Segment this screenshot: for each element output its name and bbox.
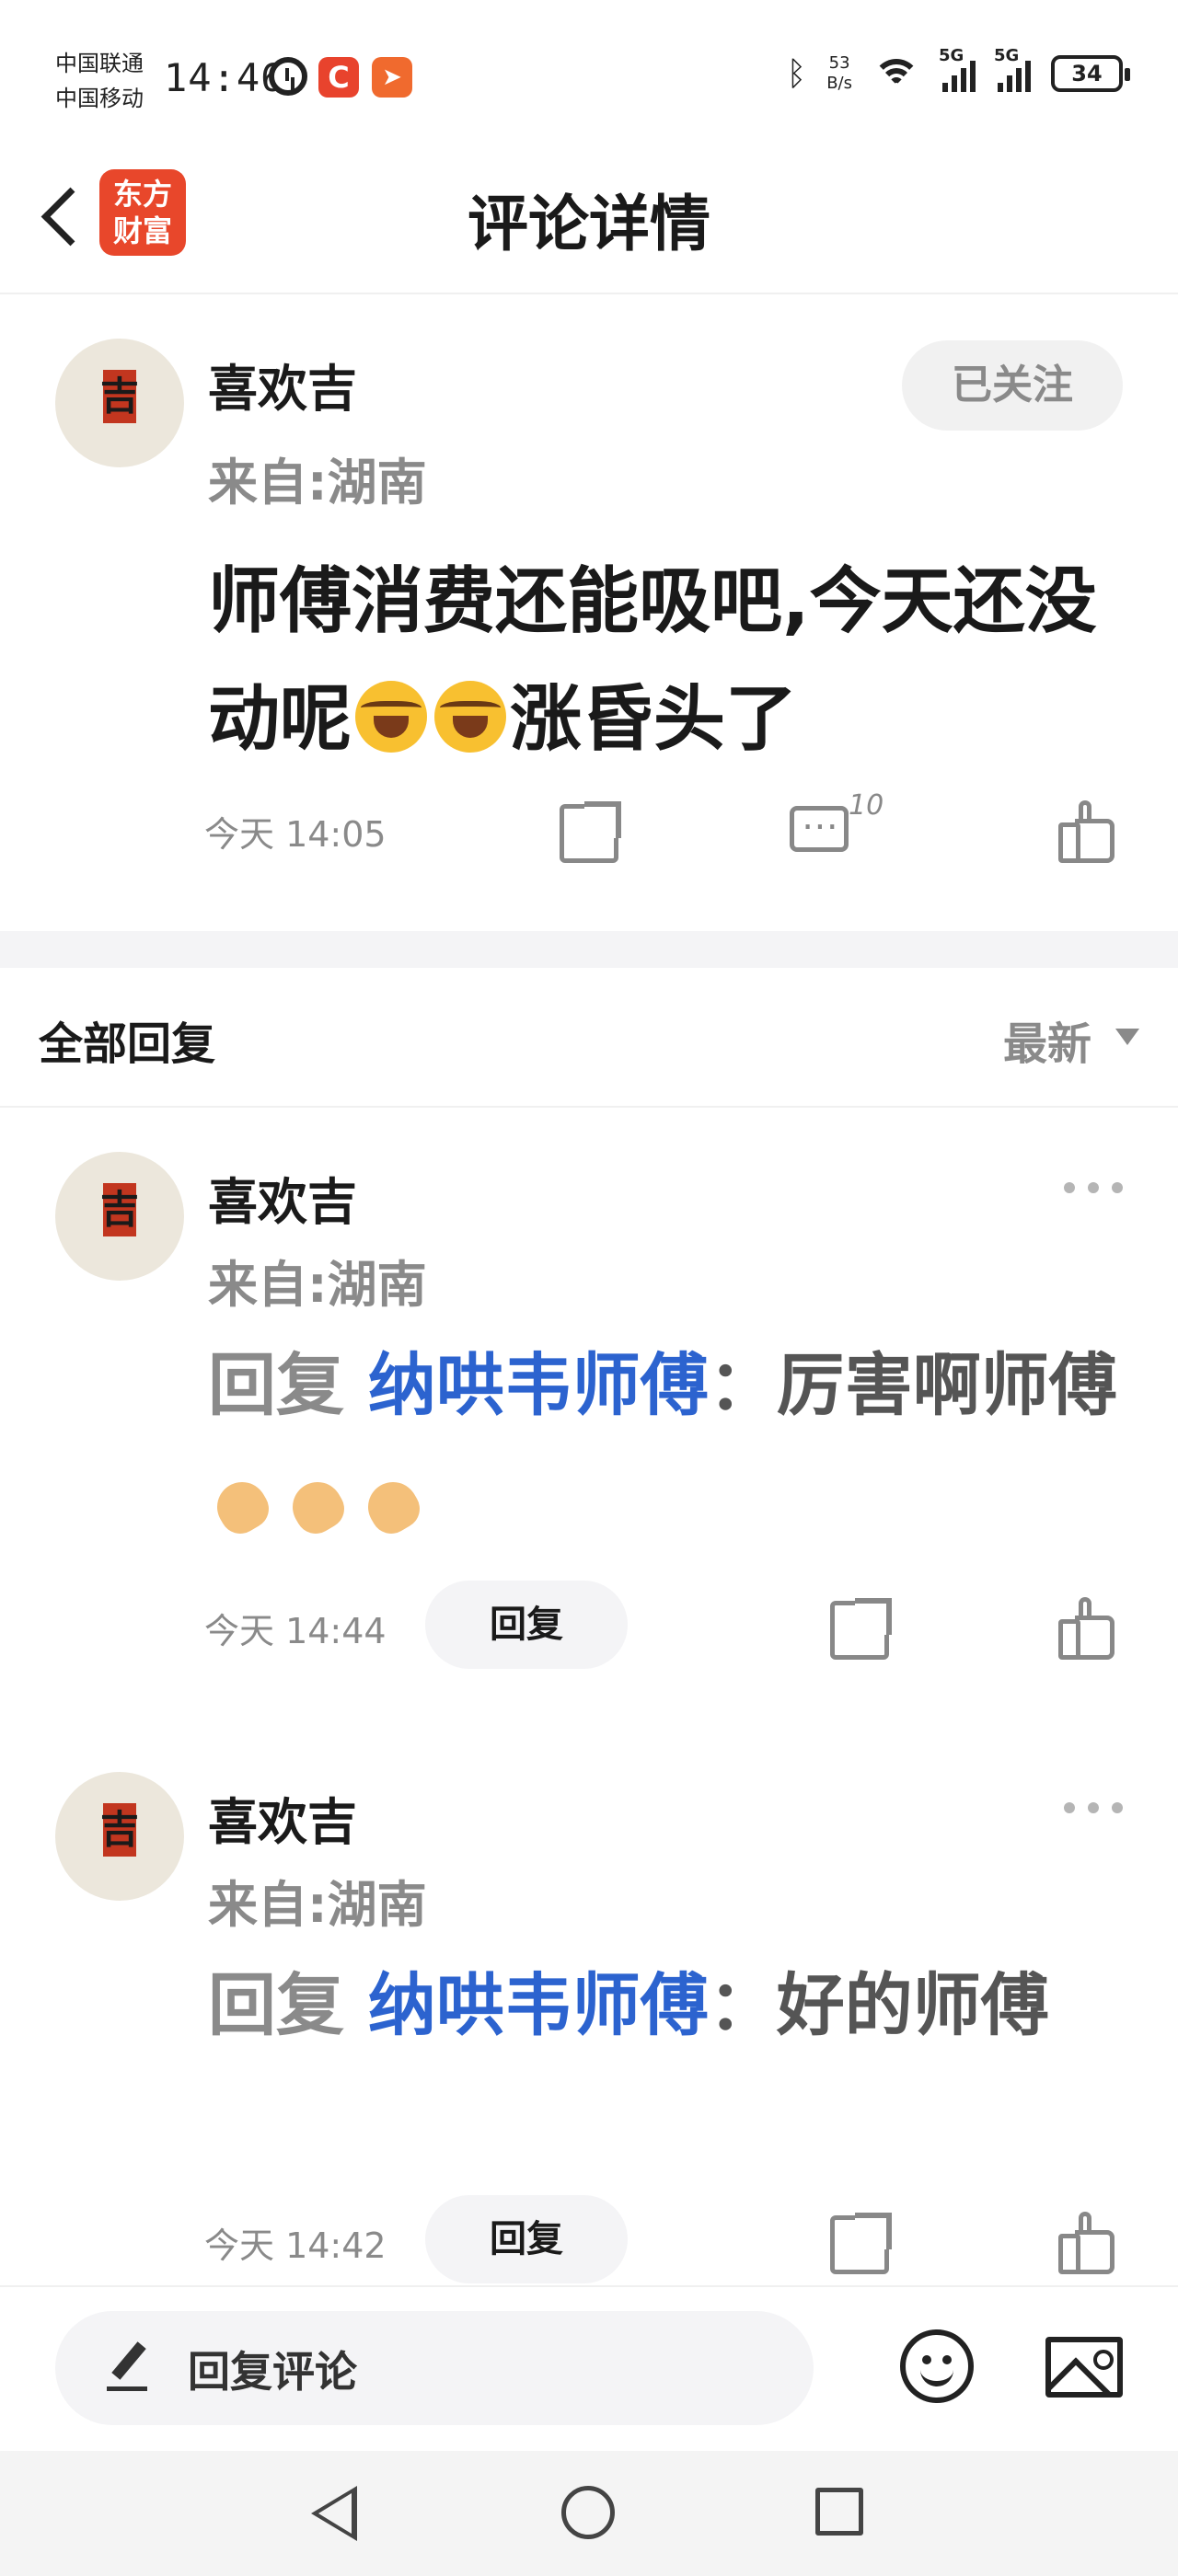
reply-comment-input[interactable] bbox=[55, 2311, 814, 2425]
reply-text: 厉害啊师傅 bbox=[776, 1346, 1117, 1425]
app-c-icon: C bbox=[318, 57, 359, 98]
like-icon[interactable] bbox=[1055, 799, 1114, 863]
reply-location: 来自:湖南 bbox=[208, 1876, 427, 1934]
signal-1-icon: 5G bbox=[939, 46, 976, 92]
reply-username[interactable]: 喜欢吉 bbox=[208, 1781, 357, 1854]
reply-location: 来自:湖南 bbox=[208, 1256, 427, 1314]
mention-link[interactable]: 纳哄韦师傅 bbox=[368, 1966, 709, 2045]
more-icon[interactable] bbox=[1064, 1179, 1125, 1194]
emoji-icon[interactable] bbox=[900, 2329, 974, 2403]
list-divider bbox=[0, 1106, 1178, 1108]
reply-prefix: 回复 bbox=[208, 1966, 344, 2045]
reply-prefix: 回复 bbox=[208, 1346, 344, 1425]
post-content: 师傅消费还能吸吧,今天还没动呢 涨昏头了 bbox=[208, 543, 1128, 778]
reply-button[interactable]: 回复 bbox=[425, 2195, 628, 2283]
sort-dropdown[interactable]: 最新 bbox=[1003, 1007, 1091, 1072]
avatar[interactable]: 吉 bbox=[55, 1772, 184, 1901]
alarm-icon bbox=[269, 57, 307, 96]
reply-content: 回复 纳哄韦师傅：厉害啊师傅 bbox=[208, 1327, 1138, 1562]
image-icon[interactable] bbox=[1045, 2337, 1123, 2398]
share-icon[interactable] bbox=[830, 1598, 892, 1660]
signal-2-icon: 5G bbox=[994, 46, 1031, 92]
share-icon[interactable] bbox=[830, 2213, 892, 2274]
nav-home-icon[interactable] bbox=[561, 2486, 615, 2539]
reply-username[interactable]: 喜欢吉 bbox=[208, 1161, 357, 1234]
mention-link[interactable]: 纳哄韦师傅 bbox=[368, 1346, 709, 1425]
like-icon[interactable] bbox=[1055, 2210, 1114, 2274]
comment-count: 10 bbox=[849, 789, 884, 822]
pencil-icon bbox=[105, 2340, 151, 2392]
post-text-2: 涨昏头了 bbox=[510, 678, 798, 761]
carrier-1: 中国联通 bbox=[55, 51, 144, 76]
section-divider bbox=[0, 931, 1178, 968]
share-icon[interactable] bbox=[560, 801, 621, 863]
replies-title: 全部回复 bbox=[39, 1018, 216, 1070]
reply-separator: ： bbox=[708, 1346, 777, 1425]
signal-1-label: 5G bbox=[939, 46, 964, 65]
reply-button[interactable]: 回复 bbox=[425, 1581, 628, 1669]
laughing-crying-emoji bbox=[355, 681, 428, 753]
net-speed-unit: B/s bbox=[826, 74, 852, 93]
status-right: ᛒ 53 B/s 5G 5G 34 bbox=[786, 46, 1130, 94]
input-placeholder[interactable]: 回复评论 bbox=[188, 2339, 357, 2399]
chevron-down-icon[interactable] bbox=[1115, 1029, 1139, 1045]
post-location: 来自:湖南 bbox=[208, 454, 427, 512]
page-title: 评论详情 bbox=[468, 189, 710, 259]
app-send-icon: ➤ bbox=[372, 57, 412, 98]
reply-time: 今天 14:42 bbox=[204, 2225, 387, 2266]
praying-hands-emoji bbox=[208, 1477, 276, 1532]
avatar[interactable]: 吉 bbox=[55, 339, 184, 467]
post-username[interactable]: 喜欢吉 bbox=[208, 348, 357, 420]
reply-content: 回复 纳哄韦师傅：好的师傅 bbox=[208, 1947, 1138, 2064]
reply-text: 好的师傅 bbox=[776, 1966, 1049, 2045]
carrier-2: 中国移动 bbox=[55, 86, 144, 111]
signal-2-label: 5G bbox=[994, 46, 1020, 65]
status-time: 14:46 bbox=[164, 55, 285, 100]
net-speed-value: 53 bbox=[828, 53, 850, 73]
reply-separator: ： bbox=[708, 1966, 777, 2045]
nav-back-icon[interactable] bbox=[311, 2486, 357, 2541]
carrier-info: 中国联通 中国移动 bbox=[55, 46, 144, 116]
post-time: 今天 14:05 bbox=[204, 814, 387, 855]
comment-icon[interactable] bbox=[790, 805, 849, 852]
praying-hands-emoji bbox=[283, 1477, 352, 1532]
battery-icon: 34 bbox=[1051, 55, 1130, 92]
nav-recent-icon[interactable] bbox=[815, 2488, 863, 2536]
avatar-char: 吉 bbox=[99, 374, 139, 419]
net-speed: 53 B/s bbox=[826, 53, 852, 94]
avatar[interactable]: 吉 bbox=[55, 1152, 184, 1281]
avatar-char: 吉 bbox=[99, 1187, 139, 1232]
wifi-icon bbox=[872, 55, 920, 92]
praying-hands-emoji bbox=[359, 1477, 427, 1532]
more-icon[interactable] bbox=[1064, 1800, 1125, 1814]
status-bar: 中国联通 中国移动 14:46 C ➤ ᛒ 53 B/s 5G 5G 34 bbox=[0, 0, 1178, 156]
laughing-crying-emoji bbox=[434, 681, 507, 753]
follow-button[interactable]: 已关注 bbox=[902, 340, 1123, 431]
reply-time: 今天 14:44 bbox=[204, 1611, 387, 1651]
avatar-char: 吉 bbox=[99, 1807, 139, 1852]
bluetooth-icon: ᛒ bbox=[786, 54, 807, 93]
like-icon[interactable] bbox=[1055, 1595, 1114, 1660]
